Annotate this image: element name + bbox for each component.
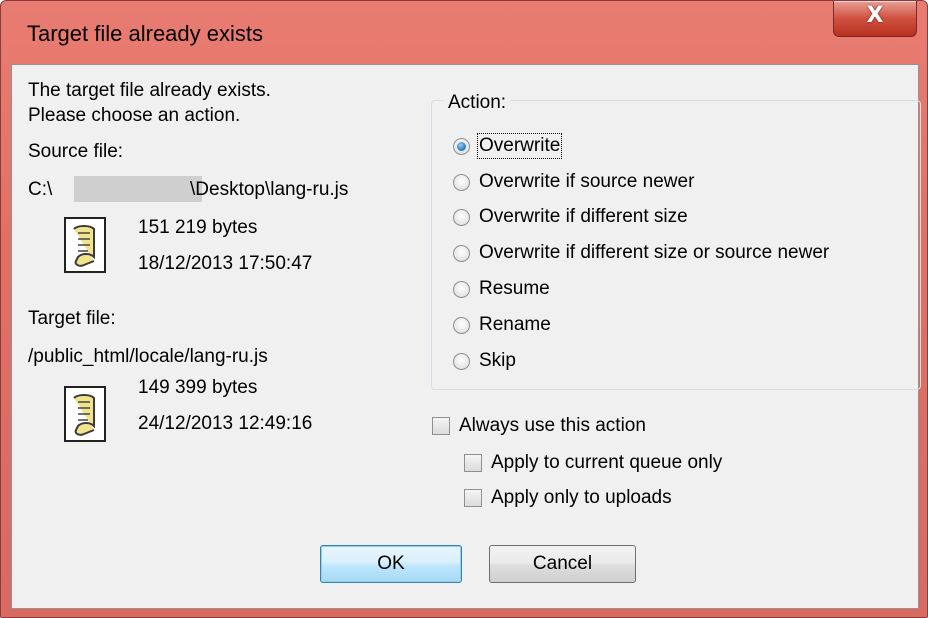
radio-resume[interactable]: Resume — [453, 275, 550, 303]
target-date: 24/12/2013 12:49:16 — [138, 413, 313, 434]
radio-icon[interactable] — [453, 352, 470, 370]
checkbox-label: Apply only to uploads — [491, 487, 672, 508]
ok-button[interactable]: OK — [320, 545, 462, 583]
apply-uploads-only-checkbox[interactable]: Apply only to uploads — [464, 485, 672, 511]
radio-overwrite-if-size-or-newer[interactable]: Overwrite if different size or source ne… — [453, 239, 829, 267]
cancel-button[interactable]: Cancel — [489, 545, 636, 583]
radio-skip[interactable]: Skip — [453, 347, 516, 375]
radio-overwrite[interactable]: Overwrite — [453, 132, 563, 160]
radio-label: Overwrite — [476, 133, 563, 159]
script-file-icon — [64, 386, 106, 442]
checkbox-icon[interactable] — [464, 489, 482, 507]
source-date: 18/12/2013 17:50:47 — [138, 253, 313, 274]
radio-overwrite-if-different-size[interactable]: Overwrite if different size — [453, 203, 688, 231]
radio-icon[interactable] — [453, 173, 470, 191]
checkbox-label: Apply to current queue only — [491, 452, 723, 473]
message-line-1: The target file already exists. — [28, 80, 271, 101]
radio-label: Resume — [479, 278, 550, 299]
radio-icon[interactable] — [453, 280, 470, 298]
dialog-window: Target file already exists X The target … — [0, 0, 928, 618]
title-bar[interactable]: Target file already exists X — [1, 1, 927, 64]
window-title: Target file already exists — [27, 21, 263, 46]
target-file-label: Target file: — [28, 308, 116, 329]
source-size: 151 219 bytes — [138, 217, 258, 238]
apply-current-queue-checkbox[interactable]: Apply to current queue only — [464, 450, 722, 476]
radio-checked-icon[interactable] — [453, 137, 470, 155]
dialog-body: The target file already exists. Please c… — [11, 64, 921, 609]
message-line-2: Please choose an action. — [28, 105, 241, 126]
source-path-suffix: \Desktop\lang-ru.js — [190, 179, 349, 200]
source-file-label: Source file: — [28, 141, 124, 162]
source-path-prefix: C:\ — [28, 179, 53, 200]
checkbox-icon[interactable] — [464, 454, 482, 472]
script-file-icon — [64, 217, 106, 273]
checkbox-icon[interactable] — [432, 417, 450, 435]
redacted-path-segment — [74, 176, 202, 202]
action-group-label: Action: — [444, 92, 511, 114]
radio-label: Rename — [479, 314, 551, 335]
radio-label: Overwrite if different size or source ne… — [479, 242, 830, 263]
radio-icon[interactable] — [453, 316, 470, 334]
radio-rename[interactable]: Rename — [453, 311, 551, 339]
close-button[interactable]: X — [833, 1, 917, 37]
target-size: 149 399 bytes — [138, 377, 258, 398]
always-use-action-checkbox[interactable]: Always use this action — [432, 413, 646, 439]
radio-label: Overwrite if source newer — [479, 171, 695, 192]
close-icon: X — [866, 3, 884, 28]
radio-overwrite-if-newer[interactable]: Overwrite if source newer — [453, 168, 694, 196]
radio-label: Skip — [479, 350, 516, 371]
radio-label: Overwrite if different size — [479, 206, 688, 227]
radio-icon[interactable] — [453, 208, 470, 226]
radio-icon[interactable] — [453, 244, 470, 262]
target-path: /public_html/locale/lang-ru.js — [28, 346, 268, 367]
checkbox-label: Always use this action — [459, 415, 646, 436]
